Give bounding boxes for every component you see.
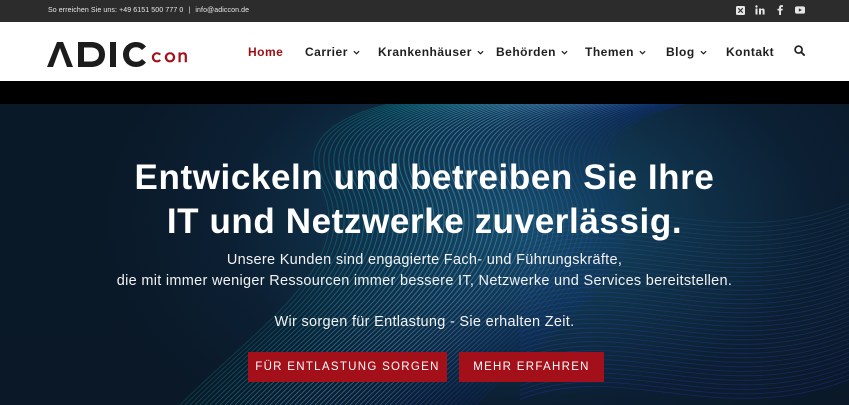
facebook-icon[interactable] [775, 5, 785, 15]
nav-item-home[interactable]: Home [248, 45, 283, 59]
cta-secondary-button[interactable]: MEHR ERFAHREN [459, 352, 604, 382]
nav-item-behoerden[interactable]: Behörden [496, 45, 568, 59]
site-header: Home Carrier Krankenhäuser Behörden Them… [0, 22, 849, 81]
youtube-icon[interactable] [795, 5, 805, 15]
chevron-down-icon [353, 50, 360, 55]
company-logo[interactable] [47, 40, 212, 70]
chevron-down-icon [639, 50, 646, 55]
cta-primary-button[interactable]: FÜR ENTLASTUNG SORGEN [248, 352, 447, 382]
hero-section: Entwickeln und betreiben Sie Ihre IT und… [0, 104, 849, 405]
search-icon[interactable] [794, 45, 805, 56]
chevron-down-icon [700, 50, 707, 55]
hero-headline-line1: Entwickeln und betreiben Sie Ihre [134, 158, 715, 197]
nav-item-themen[interactable]: Themen [585, 45, 646, 59]
hero-subtext-line3: Wir sorgen für Entlastung - Sie erhalten… [274, 314, 575, 330]
nav-label-krankenhaeuser: Krankenhäuser [378, 45, 472, 59]
phone-text: So erreichen Sie uns: +49 6151 500 777 0 [48, 7, 184, 14]
linkedin-icon[interactable] [755, 5, 765, 15]
nav-item-carrier[interactable]: Carrier [305, 45, 360, 59]
nav-label-themen: Themen [585, 45, 635, 59]
chevron-down-icon [561, 50, 568, 55]
separator: | [188, 7, 191, 14]
nav-label-behoerden: Behörden [496, 45, 557, 59]
nav-label-blog: Blog [666, 45, 695, 59]
nav-item-krankenhaeuser[interactable]: Krankenhäuser [378, 45, 484, 59]
header-divider-band [0, 81, 849, 104]
email-link[interactable]: info@adiccon.de [195, 7, 249, 14]
hero-subtext-line1: Unsere Kunden sind engagierte Fach- und … [226, 252, 623, 268]
social-links [735, 5, 805, 15]
chevron-down-icon [477, 50, 484, 55]
contact-info: So erreichen Sie uns: +49 6151 500 777 0… [48, 7, 249, 14]
nav-label-home: Home [248, 45, 284, 59]
nav-label-kontakt: Kontakt [726, 45, 775, 59]
nav-item-blog[interactable]: Blog [666, 45, 707, 59]
x-icon[interactable] [735, 5, 745, 15]
nav-label-carrier: Carrier [305, 45, 348, 59]
hero-headline-line2: IT und Netzwerke zuverlässig. [166, 202, 683, 241]
nav-item-kontakt[interactable]: Kontakt [726, 45, 774, 59]
hero-subtext-line2: die mit immer weniger Ressourcen immer b… [116, 273, 733, 289]
top-bar: So erreichen Sie uns: +49 6151 500 777 0… [0, 0, 849, 22]
